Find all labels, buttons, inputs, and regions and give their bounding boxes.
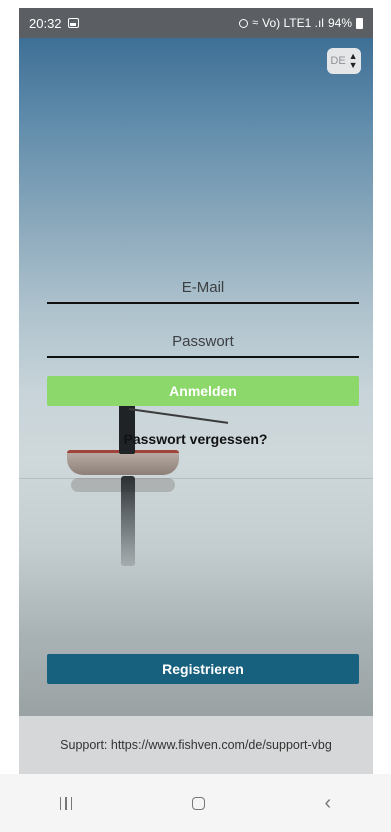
email-field[interactable] (47, 271, 359, 303)
status-left: 20:32 (29, 16, 79, 31)
gallery-icon (67, 18, 79, 28)
fishing-rod (128, 408, 229, 424)
password-field[interactable] (47, 325, 359, 357)
phone-screen: 20:32 ≈ Vo) LTE1 .ıl 94% DE ▲▼ Anmelden … (0, 0, 391, 832)
language-value: DE (330, 55, 346, 67)
back-icon[interactable]: ‹ (325, 793, 332, 813)
battery-icon (356, 17, 363, 29)
horizon-line (19, 478, 373, 479)
alarm-icon (239, 18, 249, 28)
home-icon[interactable] (191, 796, 205, 810)
recent-apps-icon[interactable] (59, 796, 73, 810)
register-button[interactable]: Registrieren (47, 654, 359, 684)
login-button[interactable]: Anmelden (47, 376, 359, 406)
wifi-icon: ≈ (252, 17, 259, 29)
battery-percent: 94% (327, 16, 352, 30)
password-field-container (47, 325, 359, 358)
forgot-password-link[interactable]: Passwort vergessen? (0, 431, 391, 447)
status-bar: 20:32 ≈ Vo) LTE1 .ıl 94% (19, 8, 373, 38)
signal-text: Vo) LTE1 .ıl (262, 16, 324, 30)
support-text: Support: https://www.fishven.com/de/supp… (60, 738, 332, 752)
language-selector[interactable]: DE ▲ ▼ (327, 48, 361, 74)
sort-caret-icon: ▲ ▼ (348, 51, 358, 70)
fisherman-reflection (121, 476, 135, 566)
email-field-container (47, 271, 359, 304)
support-bar: Support: https://www.fishven.com/de/supp… (19, 716, 373, 774)
navigation-bar: ‹ (0, 774, 391, 832)
status-right: ≈ Vo) LTE1 .ıl 94% (239, 16, 363, 30)
status-time: 20:32 (29, 15, 62, 31)
